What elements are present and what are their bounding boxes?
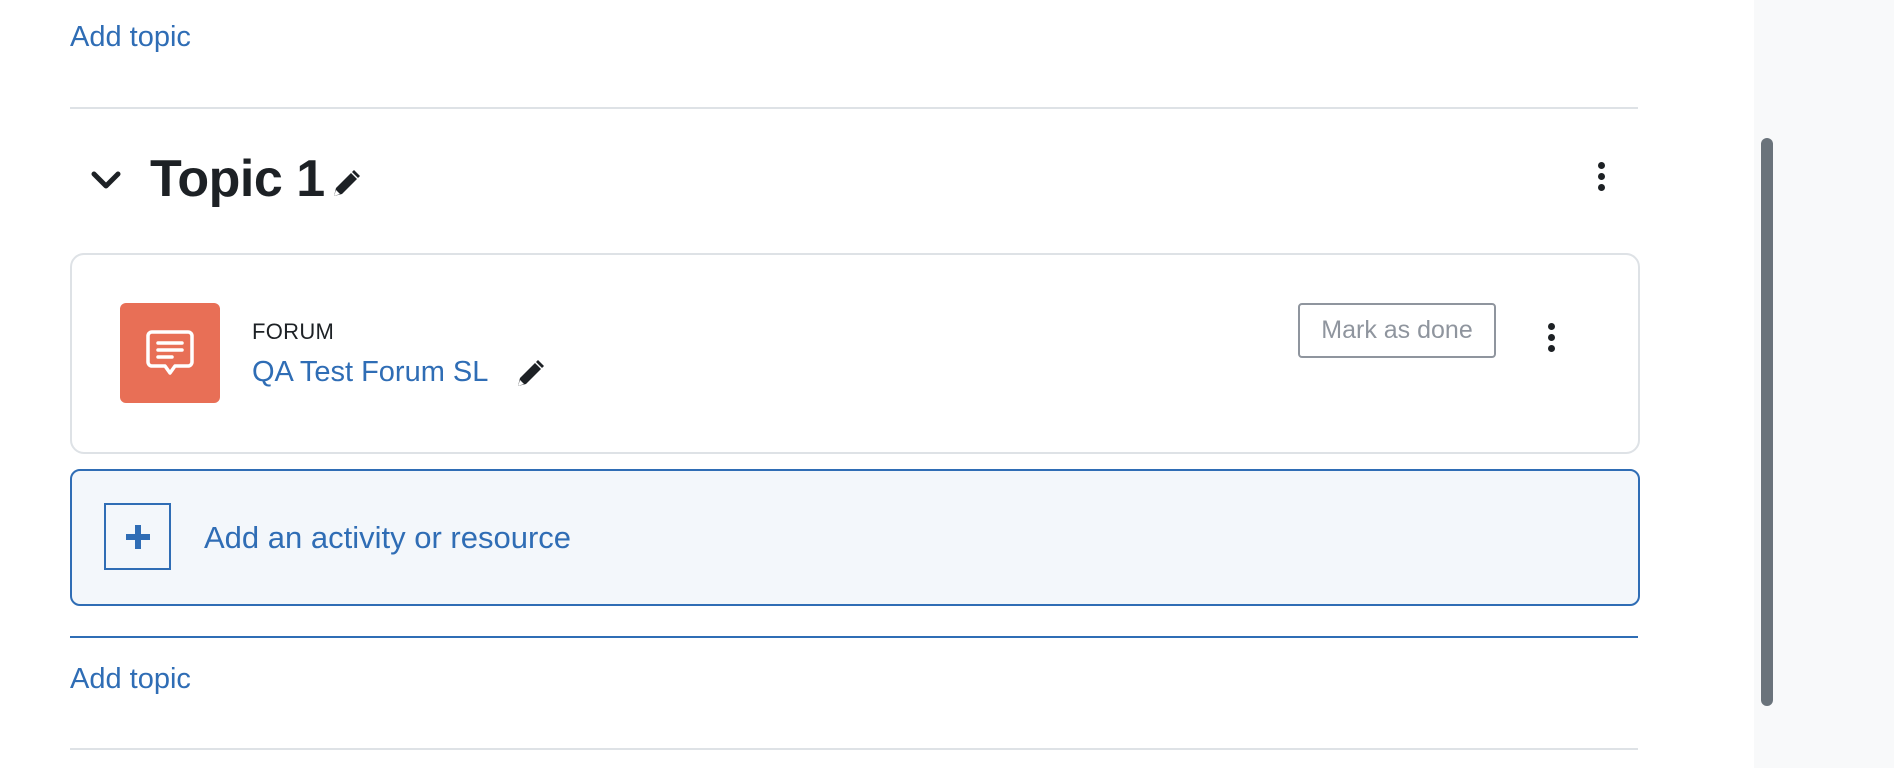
section-title: Topic 1: [150, 150, 325, 208]
kebab-dot: [1597, 172, 1605, 180]
add-activity-plus-box: [104, 503, 171, 570]
right-drawer-area: [1754, 0, 1894, 768]
add-activity-label: Add an activity or resource: [204, 520, 572, 555]
section-divider-active: [70, 636, 1638, 638]
add-topic-link-top[interactable]: Add topic: [70, 20, 191, 54]
plus-icon: [125, 524, 150, 549]
kebab-dot: [1547, 333, 1555, 341]
kebab-dot: [1547, 322, 1555, 330]
section-divider-top: [70, 107, 1638, 109]
section-divider-bottom: [70, 748, 1638, 750]
chevron-down-icon: [91, 171, 121, 189]
course-content: Add topic Topic 1 FORUM QA Test Forum SL: [0, 0, 1754, 768]
section-collapse-toggle[interactable]: [88, 162, 124, 198]
edit-section-title-button[interactable]: [330, 168, 362, 200]
activity-actions-menu[interactable]: [1539, 315, 1563, 359]
activity-icon-tile: [120, 303, 220, 403]
pencil-icon: [334, 170, 360, 196]
section-actions-menu[interactable]: [1589, 154, 1613, 198]
edit-activity-name-button[interactable]: [514, 358, 546, 390]
scrollbar-thumb[interactable]: [1761, 138, 1773, 706]
activity-type-label: FORUM: [252, 319, 335, 344]
kebab-dot: [1547, 344, 1555, 352]
pencil-icon: [518, 360, 544, 386]
kebab-dot: [1597, 183, 1605, 191]
mark-as-done-button[interactable]: Mark as done: [1298, 303, 1496, 358]
add-topic-link-bottom[interactable]: Add topic: [70, 662, 191, 696]
kebab-dot: [1597, 161, 1605, 169]
activity-name-link[interactable]: QA Test Forum SL: [252, 355, 488, 389]
forum-icon: [146, 330, 194, 375]
